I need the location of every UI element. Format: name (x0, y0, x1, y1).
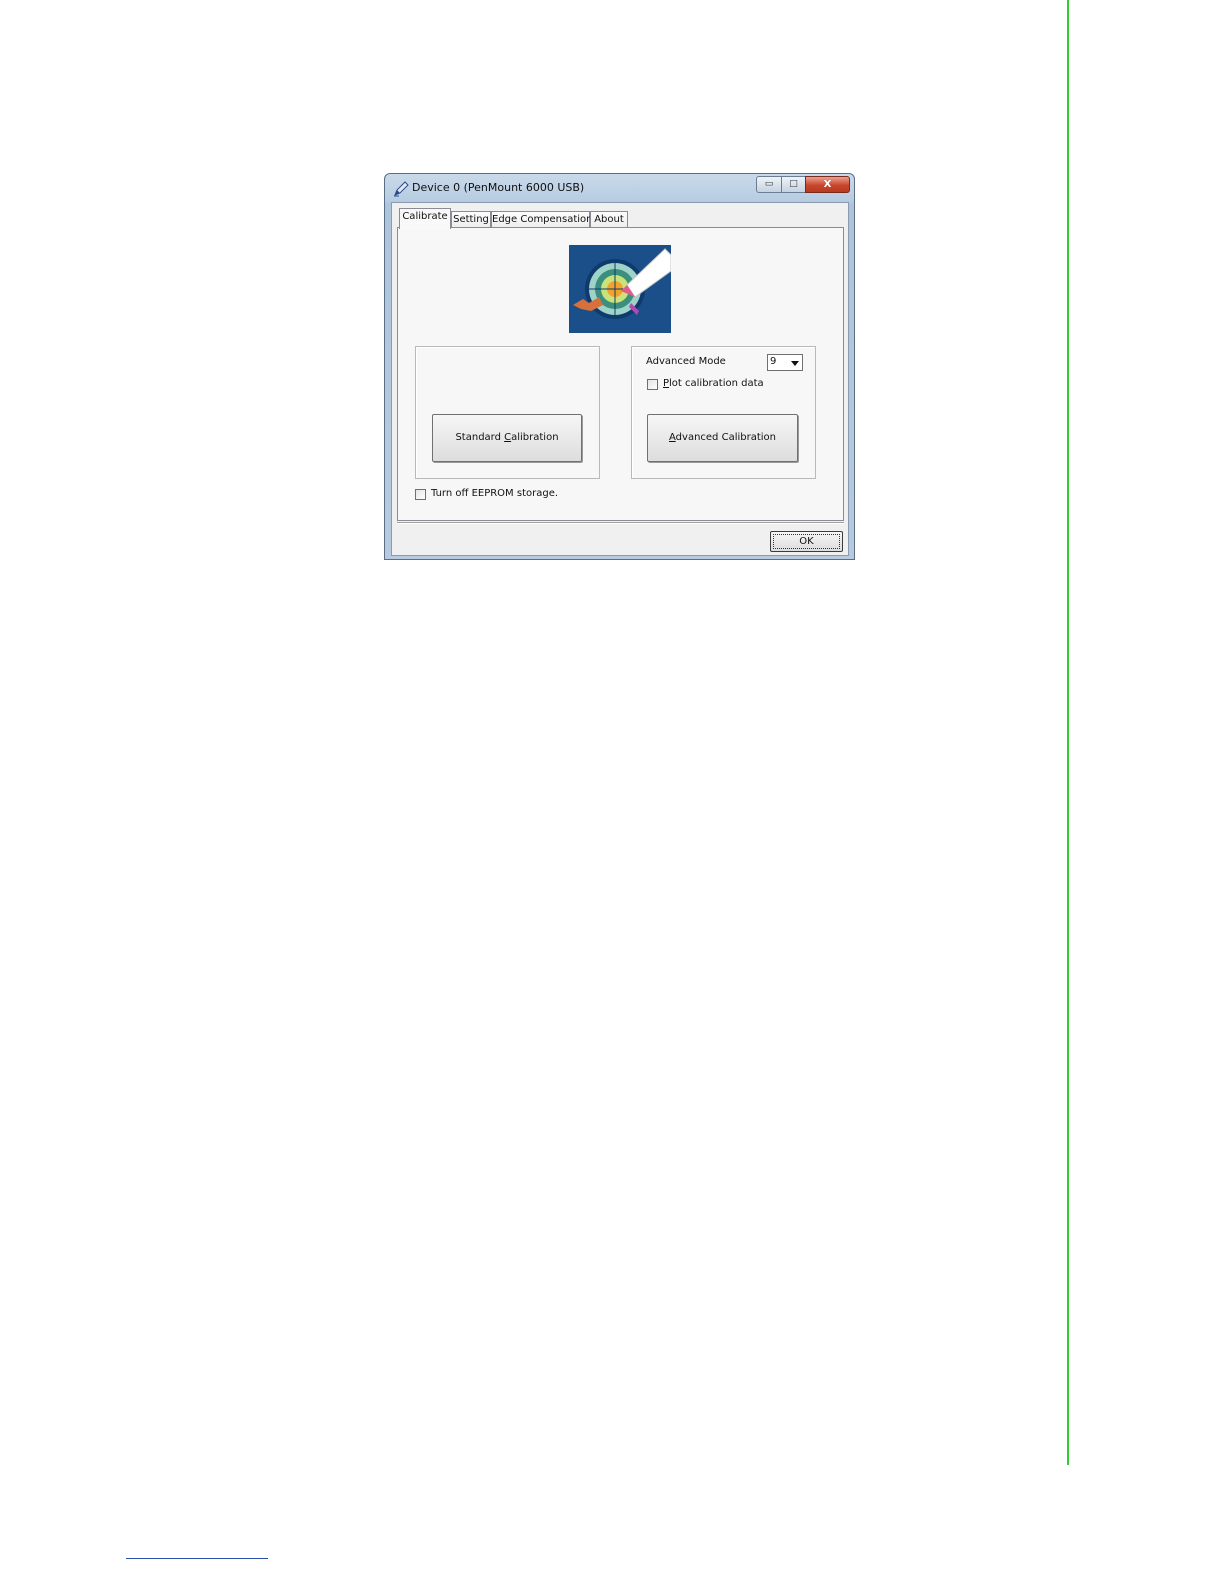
eeprom-storage-checkbox[interactable] (415, 489, 426, 500)
advanced-calibration-mnemonic: A (669, 432, 676, 443)
close-button[interactable]: X (805, 176, 850, 193)
device-dialog-window: Device 0 (PenMount 6000 USB) ▭ □ X Calib… (384, 173, 855, 560)
advanced-mode-label: Advanced Mode (646, 356, 726, 367)
footer-separator (397, 522, 844, 524)
target-calibration-icon (569, 245, 671, 333)
standard-calibration-label: Standard (455, 432, 505, 443)
advanced-mode-value: 9 (770, 356, 777, 367)
plot-label-rest: lot calibration data (669, 378, 764, 389)
pen-icon (394, 181, 409, 197)
plot-calibration-data-checkbox[interactable] (647, 379, 658, 390)
dialog-client-area: Calibrate Setting Edge Compensation Abou… (391, 202, 849, 556)
tab-setting[interactable]: Setting (451, 211, 491, 228)
calibrate-tab-panel: Standard Calibration Advanced Mode 9 Plo… (397, 227, 844, 521)
advanced-calibration-label: dvanced Calibration (675, 432, 776, 443)
window-title: Device 0 (PenMount 6000 USB) (412, 181, 585, 194)
standard-calibration-button[interactable]: Standard Calibration (432, 414, 582, 462)
tab-calibrate[interactable]: Calibrate (399, 208, 451, 229)
page: Device 0 (PenMount 6000 USB) ▭ □ X Calib… (0, 0, 1224, 1584)
eeprom-storage-label[interactable]: Turn off EEPROM storage. (431, 488, 558, 499)
advanced-calibration-button[interactable]: Advanced Calibration (647, 414, 798, 462)
advanced-calibration-group: Advanced Mode 9 Plot calibration data Ad… (631, 346, 816, 479)
title-bar[interactable]: Device 0 (PenMount 6000 USB) ▭ □ X (385, 174, 854, 202)
plot-calibration-data-label[interactable]: Plot calibration data (663, 378, 764, 389)
tab-edge-compensation[interactable]: Edge Compensation (491, 211, 593, 228)
advanced-mode-select[interactable]: 9 (767, 354, 803, 371)
standard-calibration-label-rest: alibration (511, 432, 559, 443)
side-accent-rule (1067, 0, 1069, 1465)
maximize-button[interactable]: □ (781, 176, 806, 193)
tab-about[interactable]: About (590, 211, 628, 228)
minimize-button[interactable]: ▭ (756, 176, 782, 193)
footnote-rule (126, 1558, 268, 1559)
standard-calibration-group: Standard Calibration (415, 346, 600, 479)
ok-button[interactable]: OK (770, 531, 843, 552)
chevron-down-icon (791, 361, 799, 366)
